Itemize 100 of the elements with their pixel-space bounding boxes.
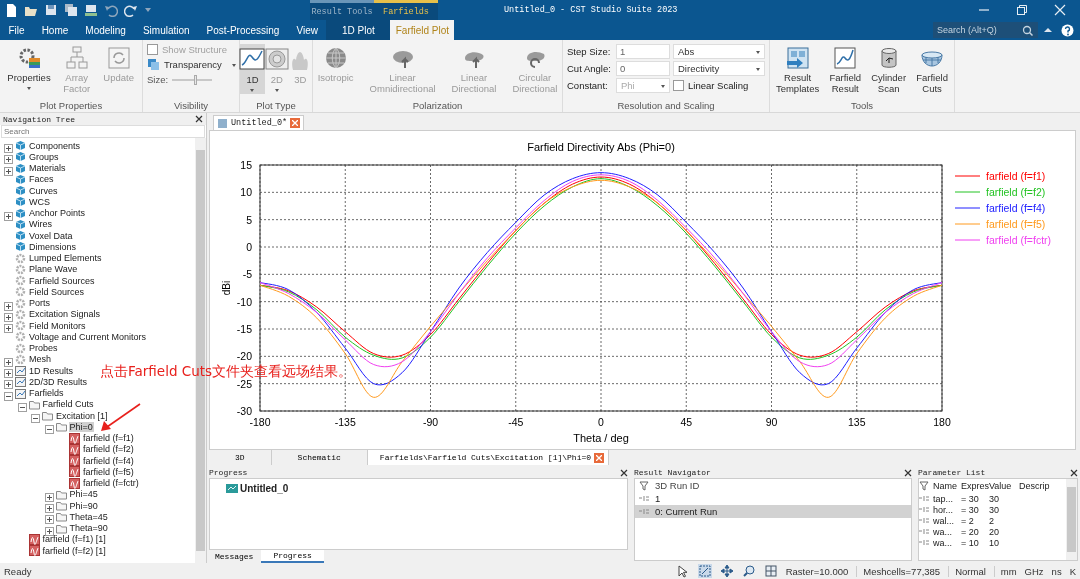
tree-item[interactable]: Theta=45 [68,511,109,522]
panel-tab[interactable]: Progress [261,550,324,563]
tree-item[interactable]: Farfields [28,388,65,399]
checkbox[interactable]: Linear Scaling [673,80,765,91]
tree-item[interactable]: 1D Results [28,365,74,376]
tree-item[interactable]: Anchor Points [28,208,87,219]
tree-item[interactable]: Phi=45 [68,489,99,500]
dropdown[interactable]: Abs [673,44,765,59]
close-icon[interactable] [195,115,203,123]
panel-tab[interactable]: Messages [207,550,262,563]
scrollbar[interactable] [1066,479,1077,560]
plot-type-button[interactable]: 1D [240,44,265,94]
close-icon[interactable] [904,468,912,477]
tree-toggle[interactable] [4,141,13,151]
zoom-tool[interactable] [741,564,756,578]
tree-item[interactable]: Groups [28,151,60,162]
close-icon[interactable] [1070,468,1078,477]
tree-item[interactable]: Excitation [1] [55,410,109,421]
menu-tab[interactable]: Post-Processing [198,20,288,40]
ribbon-button[interactable]: Result Templates [772,44,823,96]
tree-toggle[interactable] [31,411,40,421]
zoom-area-tool[interactable] [697,564,712,578]
menu-tab[interactable]: Modeling [76,20,135,40]
pointer-tool[interactable] [675,563,690,579]
ribbon-button[interactable]: Farfield Result [826,44,865,96]
tree-toggle[interactable] [44,512,54,522]
help-icon[interactable] [1061,23,1074,37]
redo-icon[interactable] [124,3,138,17]
result-row[interactable]: 1 [635,492,911,505]
input-field[interactable]: 1 [616,44,670,59]
bottom-tab[interactable]: Schematic [271,450,368,465]
tree-item[interactable]: Components [28,140,82,151]
filter-icon[interactable] [639,480,649,491]
tree-item[interactable]: Voxel Data [28,230,74,241]
tree-toggle[interactable] [4,321,13,331]
tree-item[interactable]: farfield (f=f5) [82,466,135,477]
tree-item[interactable]: farfield (f=f2) [1] [41,545,107,556]
undo-icon[interactable] [104,3,118,17]
raster-tool[interactable] [763,564,778,578]
pan-tool[interactable] [719,564,734,578]
menu-tab[interactable]: Home [33,20,77,40]
tree-toggle[interactable] [4,366,13,376]
chevron-up-icon[interactable] [1043,25,1053,35]
menu-tab[interactable]: View [287,20,327,40]
cube-icon [15,151,26,163]
tree-item[interactable]: Dimensions [28,241,78,252]
file-icon[interactable] [4,3,18,17]
tree-item[interactable]: Mesh [28,354,52,365]
menu-tab[interactable]: File [0,20,34,40]
tree-item[interactable]: farfield (f=f1) [1] [41,534,107,545]
dropdown[interactable]: Transparency [147,58,235,71]
tree-item[interactable]: WCS [28,196,51,207]
close-icon[interactable] [620,468,628,477]
bottom-tab[interactable]: 3D [209,450,272,465]
restore-icon[interactable] [1016,4,1028,16]
tree-item[interactable]: Farfield Sources [28,275,96,286]
bottom-tab[interactable]: Farfields\Farfield Cuts\Excitation [1]\Phi=0 [367,450,610,465]
tree-item[interactable]: Lumped Elements [28,253,103,264]
tree-item[interactable]: farfield (f=f4) [82,455,135,466]
tree-item[interactable]: farfield (f=fctr) [82,478,140,489]
tree-toggle[interactable] [4,152,13,162]
close-button[interactable] [594,452,605,463]
result-row[interactable]: 0: Current Run [635,505,911,518]
save-icon[interactable] [44,3,58,17]
tree-item[interactable]: Wires [28,219,53,230]
monitor-icon[interactable] [84,3,98,17]
tree-item[interactable]: Curves [28,185,59,196]
menu-tab[interactable]: 1D Plot [326,20,391,40]
search-field[interactable]: Search (Alt+Q) [933,22,1038,38]
close-button[interactable] [290,118,301,128]
row-icon [919,494,929,503]
tree-item[interactable]: Faces [28,174,55,185]
tree-item[interactable]: farfield (f=f1) [82,433,135,444]
ribbon-button[interactable]: Properties [4,44,54,92]
tree-item[interactable]: Ports [28,298,51,309]
tree-item[interactable]: farfield (f=f2) [82,444,135,455]
dropdown[interactable]: Directivity [673,61,765,76]
tree-item[interactable]: Field Sources [28,286,86,297]
tree-item[interactable]: Probes [28,343,59,354]
tree-item[interactable]: Excitation Signals [28,309,102,320]
ribbon-button[interactable]: Farfield Cuts [913,44,952,96]
input-field[interactable]: 0 [616,61,670,76]
save-all-icon[interactable] [64,3,78,17]
tree-toggle[interactable] [4,377,13,387]
search-field[interactable]: Search [1,125,205,138]
menu-tab[interactable]: Simulation [134,20,199,40]
document-tab[interactable]: Untitled_0* [213,115,305,130]
tree-toggle[interactable] [44,501,54,511]
filter-icon[interactable] [919,481,929,491]
tree-toggle[interactable] [44,422,54,432]
tree-item[interactable]: Voltage and Current Monitors [28,331,148,342]
tree-item[interactable]: Theta=90 [68,523,109,534]
ribbon-button[interactable]: Cylinder Scan [868,44,910,96]
tree-item[interactable]: Phi=0 [68,421,94,432]
tree-item[interactable]: 2D/3D Results [28,376,89,387]
tree-item[interactable]: Phi=90 [68,500,99,511]
tree-item[interactable]: Farfield Cuts [41,399,95,410]
tree-item[interactable]: Materials [28,163,67,174]
tree-item[interactable]: Plane Wave [28,264,79,275]
tree-item[interactable]: Field Monitors [28,320,87,331]
